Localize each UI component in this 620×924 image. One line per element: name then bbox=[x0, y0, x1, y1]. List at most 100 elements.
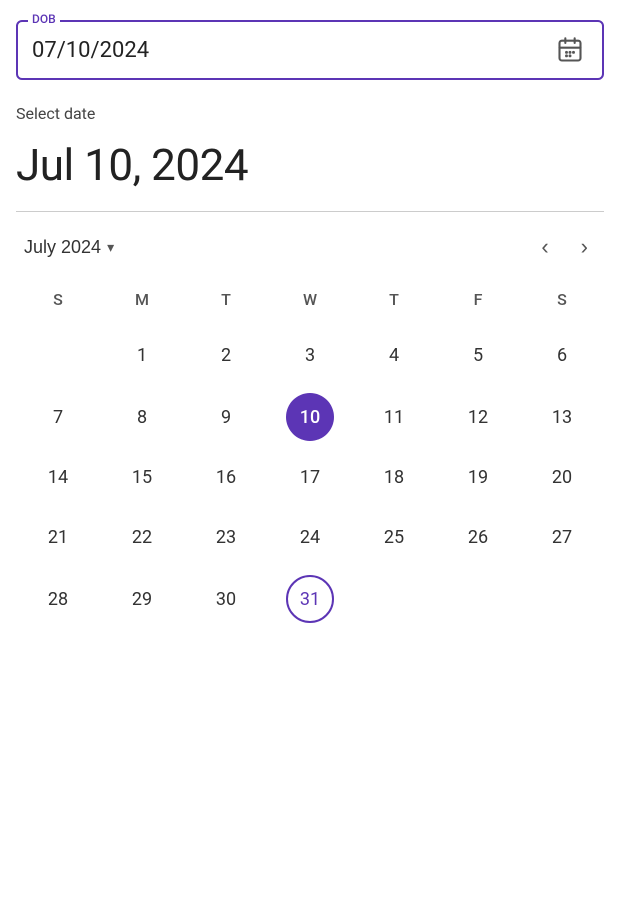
calendar-cell: 27 bbox=[520, 507, 604, 567]
calendar-week-row: 123456 bbox=[16, 323, 604, 387]
calendar-cell: 19 bbox=[436, 447, 520, 507]
day-button[interactable]: 30 bbox=[202, 575, 250, 623]
day-button[interactable]: 6 bbox=[538, 331, 586, 379]
day-button[interactable]: 20 bbox=[538, 453, 586, 501]
day-button[interactable]: 12 bbox=[454, 393, 502, 441]
calendar-cell: 9 bbox=[184, 387, 268, 447]
calendar-cell: 31 bbox=[268, 567, 352, 631]
dob-field: DOB 07/10/2024 bbox=[16, 20, 604, 80]
weekday-header: F bbox=[436, 282, 520, 323]
calendar-week-row: 28 29 30 31 bbox=[16, 567, 604, 631]
calendar-cell: 24 bbox=[268, 507, 352, 567]
day-button[interactable]: 31 bbox=[286, 575, 334, 623]
calendar-cell: 7 bbox=[16, 387, 100, 447]
calendar-cell: 13 bbox=[520, 387, 604, 447]
month-year-dropdown-button[interactable]: July 2024 ▾ bbox=[24, 237, 114, 258]
calendar-week-row: 789 10 11 12 13 bbox=[16, 387, 604, 447]
calendar-cell: 30 bbox=[184, 567, 268, 631]
day-button[interactable]: 13 bbox=[538, 393, 586, 441]
calendar-cell: 14 bbox=[16, 447, 100, 507]
calendar-toggle-button[interactable] bbox=[552, 32, 588, 68]
day-button[interactable]: 26 bbox=[454, 513, 502, 561]
divider bbox=[16, 211, 604, 212]
calendar-cell: 20 bbox=[520, 447, 604, 507]
calendar-cell: 10 bbox=[268, 387, 352, 447]
day-empty bbox=[454, 573, 502, 621]
calendar-cell: 8 bbox=[100, 387, 184, 447]
calendar-cell bbox=[520, 567, 604, 631]
calendar-cell: 3 bbox=[268, 323, 352, 387]
calendar-cell: 29 bbox=[100, 567, 184, 631]
day-button[interactable]: 10 bbox=[286, 393, 334, 441]
page-wrapper: DOB 07/10/2024 Select date Jul 10, 202 bbox=[0, 0, 620, 671]
weekday-header: T bbox=[184, 282, 268, 323]
day-button[interactable]: 18 bbox=[370, 453, 418, 501]
calendar-week-row: 14 15 16 17 18 19 20 bbox=[16, 447, 604, 507]
day-button[interactable]: 21 bbox=[34, 513, 82, 561]
calendar-grid: SMTWTFS 12345678910111213141516171819202… bbox=[16, 282, 604, 631]
calendar-cell: 6 bbox=[520, 323, 604, 387]
calendar-cell: 18 bbox=[352, 447, 436, 507]
dropdown-arrow-icon: ▾ bbox=[107, 239, 114, 256]
day-button[interactable]: 22 bbox=[118, 513, 166, 561]
day-button[interactable]: 2 bbox=[202, 331, 250, 379]
day-button[interactable]: 28 bbox=[34, 575, 82, 623]
calendar-cell: 26 bbox=[436, 507, 520, 567]
calendar-cell bbox=[352, 567, 436, 631]
day-button[interactable]: 5 bbox=[454, 331, 502, 379]
dob-label: DOB bbox=[28, 12, 60, 26]
calendar-cell: 28 bbox=[16, 567, 100, 631]
calendar-cell: 1 bbox=[100, 323, 184, 387]
day-button[interactable]: 4 bbox=[370, 331, 418, 379]
calendar-cell bbox=[436, 567, 520, 631]
prev-month-button[interactable]: ‹ bbox=[533, 232, 556, 262]
day-button[interactable]: 15 bbox=[118, 453, 166, 501]
calendar-cell: 21 bbox=[16, 507, 100, 567]
day-button[interactable]: 1 bbox=[118, 331, 166, 379]
month-year-label: July 2024 bbox=[24, 237, 101, 258]
big-date-display: Jul 10, 2024 bbox=[16, 139, 604, 191]
day-button[interactable]: 29 bbox=[118, 575, 166, 623]
weekday-header: T bbox=[352, 282, 436, 323]
calendar-cell: 4 bbox=[352, 323, 436, 387]
day-button[interactable]: 14 bbox=[34, 453, 82, 501]
calendar-cell: 5 bbox=[436, 323, 520, 387]
calendar-cell: 15 bbox=[100, 447, 184, 507]
day-empty bbox=[34, 329, 82, 377]
day-button[interactable]: 3 bbox=[286, 331, 334, 379]
calendar-cell: 22 bbox=[100, 507, 184, 567]
day-button[interactable]: 7 bbox=[34, 393, 82, 441]
day-empty bbox=[370, 573, 418, 621]
day-button[interactable]: 25 bbox=[370, 513, 418, 561]
calendar-cell: 16 bbox=[184, 447, 268, 507]
calendar-cell: 2 bbox=[184, 323, 268, 387]
day-button[interactable]: 8 bbox=[118, 393, 166, 441]
calendar-cell: 23 bbox=[184, 507, 268, 567]
next-month-button[interactable]: › bbox=[573, 232, 596, 262]
day-button[interactable]: 24 bbox=[286, 513, 334, 561]
weekday-header: S bbox=[520, 282, 604, 323]
nav-arrows: ‹ › bbox=[533, 232, 596, 262]
day-button[interactable]: 19 bbox=[454, 453, 502, 501]
calendar-cell: 25 bbox=[352, 507, 436, 567]
day-button[interactable]: 17 bbox=[286, 453, 334, 501]
calendar-cell: 17 bbox=[268, 447, 352, 507]
select-date-label: Select date bbox=[16, 104, 604, 123]
weekday-header: M bbox=[100, 282, 184, 323]
day-button[interactable]: 27 bbox=[538, 513, 586, 561]
calendar-cell bbox=[16, 323, 100, 387]
day-button[interactable]: 9 bbox=[202, 393, 250, 441]
weekday-header: W bbox=[268, 282, 352, 323]
day-button[interactable]: 16 bbox=[202, 453, 250, 501]
day-button[interactable]: 23 bbox=[202, 513, 250, 561]
weekday-row: SMTWTFS bbox=[16, 282, 604, 323]
calendar-body: 1234567891011121314151617181920212223242… bbox=[16, 323, 604, 631]
day-button[interactable]: 11 bbox=[370, 393, 418, 441]
dob-input-row: 07/10/2024 bbox=[32, 32, 588, 68]
calendar-week-row: 21 22 23 24 25 26 27 bbox=[16, 507, 604, 567]
day-empty bbox=[538, 573, 586, 621]
month-nav-row: July 2024 ▾ ‹ › bbox=[16, 232, 604, 262]
dob-value: 07/10/2024 bbox=[32, 38, 149, 63]
weekday-header: S bbox=[16, 282, 100, 323]
calendar-icon bbox=[556, 36, 584, 64]
